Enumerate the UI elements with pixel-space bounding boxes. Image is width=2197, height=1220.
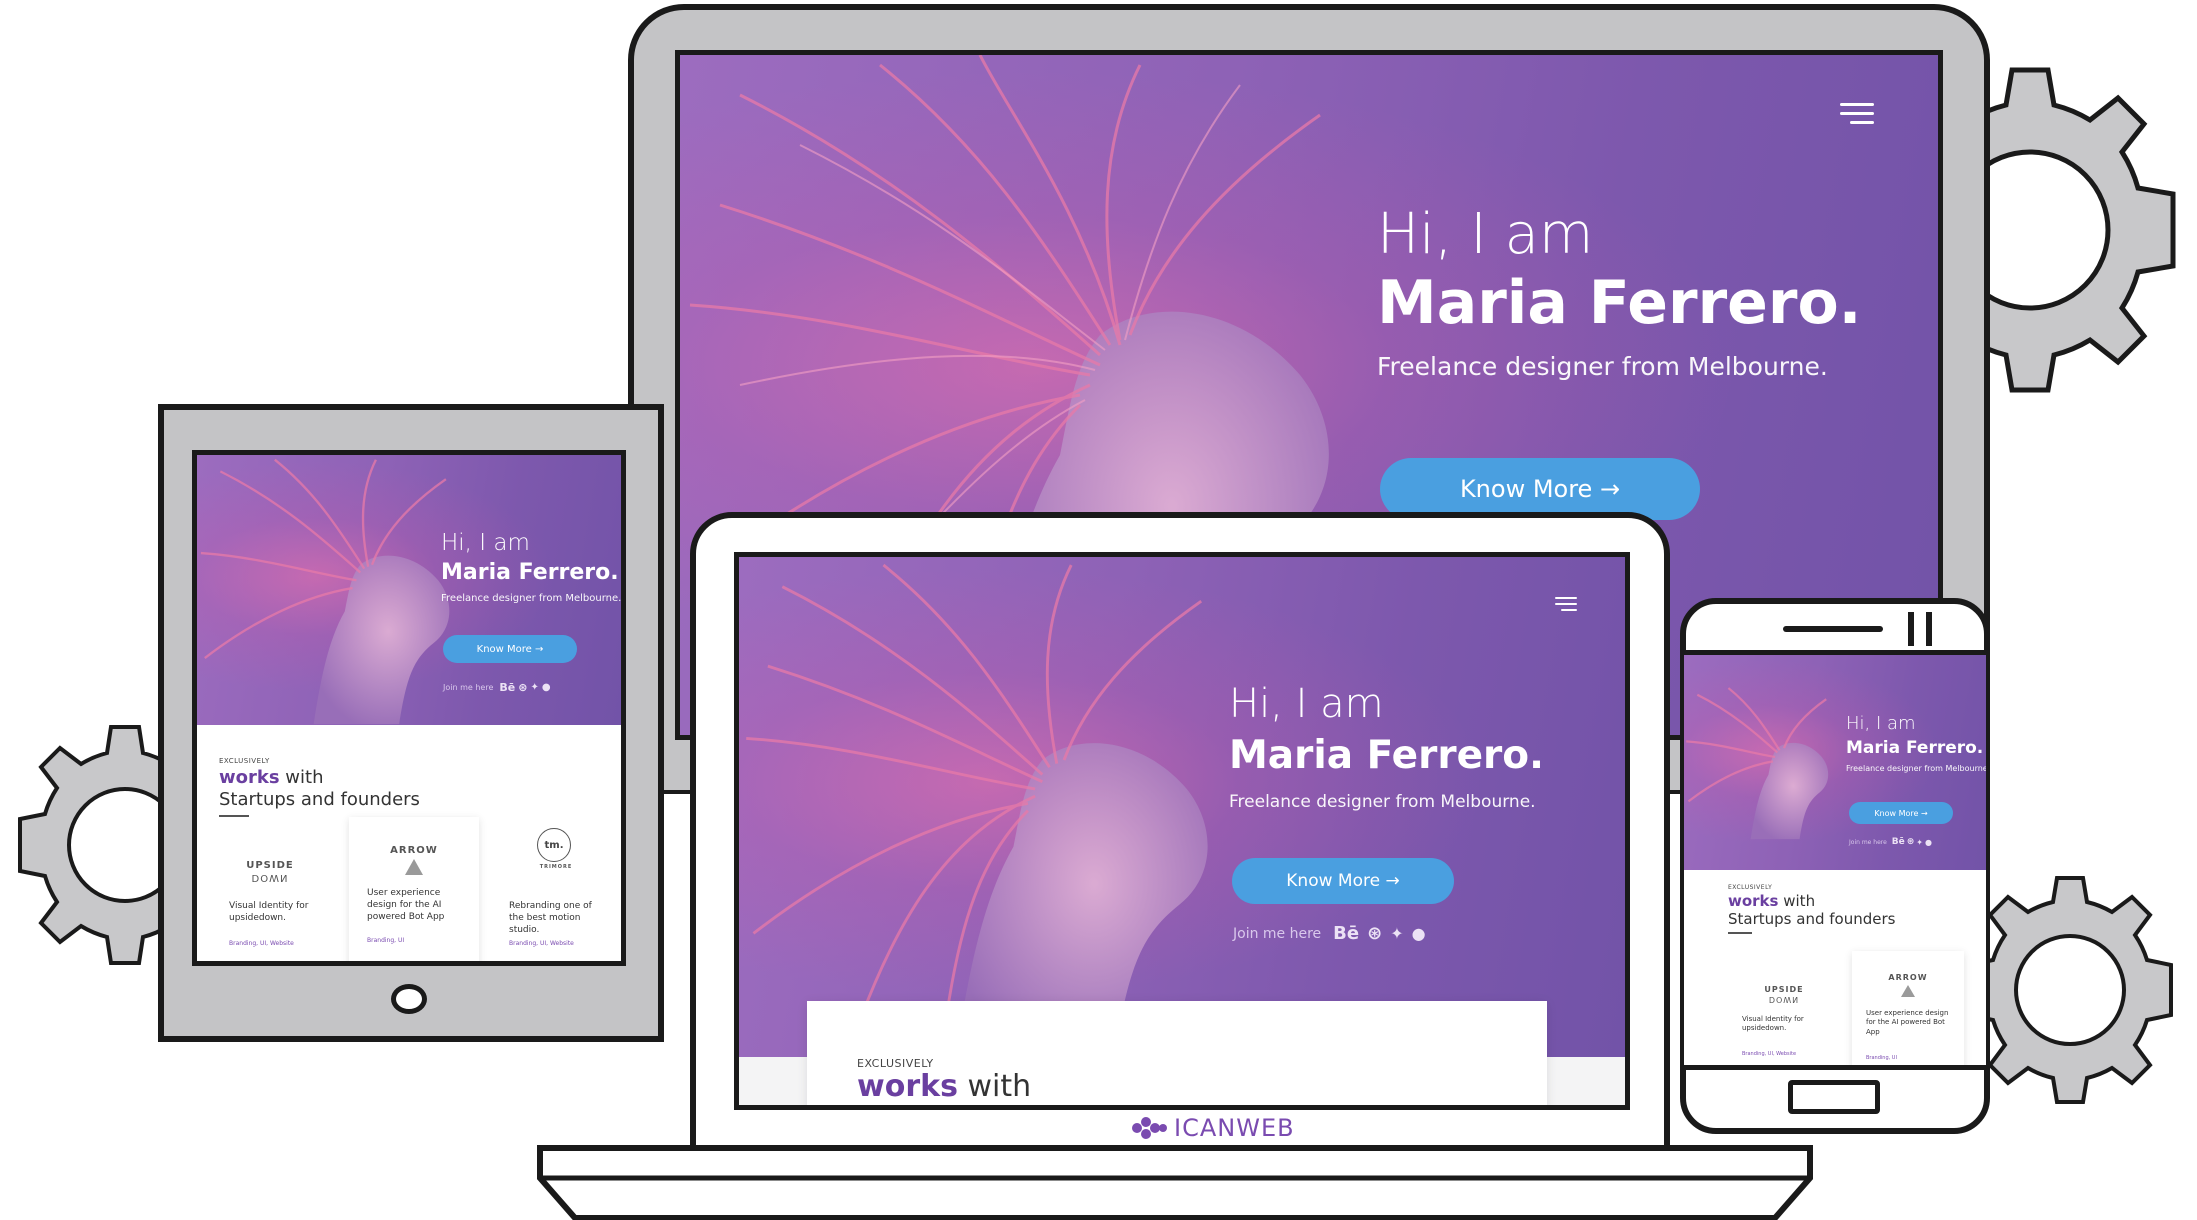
tablet-card-2-logo: ARROW — [390, 845, 438, 856]
phone-speaker — [1783, 626, 1883, 632]
phone-know-more-button[interactable]: Know More → — [1849, 802, 1953, 824]
phone-hair-illustration — [1686, 687, 1829, 840]
phone-camera-2 — [1926, 612, 1932, 646]
laptop-works-card: EXCLUSIVELY works with — [807, 1001, 1547, 1105]
hamburger-menu-icon[interactable] — [1840, 103, 1874, 124]
hero-name: Maria Ferrero. — [1377, 268, 1862, 338]
twitter-icon[interactable]: ✦ — [1390, 924, 1403, 943]
phone-card-1-desc: Visual Identity for upsidedown. — [1742, 1015, 1804, 1033]
phone-camera-1 — [1908, 612, 1914, 646]
join-label: Join me here — [1233, 925, 1322, 942]
phone-title-underline — [1728, 932, 1752, 934]
phone-hero-section: Hi, I am Maria Ferrero. Freelance design… — [1684, 655, 1986, 870]
phone-exclusively-label: EXCLUSIVELY — [1728, 884, 1773, 891]
tablet-know-more-button[interactable]: Know More → — [443, 635, 577, 663]
hero-tagline: Freelance designer from Melbourne. — [1377, 352, 1828, 381]
tablet-card-3-logo-sub: TRIMORE — [539, 864, 573, 870]
tablet-card-3-logo: tm. — [544, 839, 564, 851]
phone-works-label: works — [1728, 892, 1779, 910]
laptop-base — [537, 1145, 1813, 1220]
laptop-hair-illustration — [746, 563, 1208, 1057]
laptop-hero-greeting: Hi, I am — [1229, 681, 1384, 727]
dribbble-icon[interactable]: ⊛ — [1367, 923, 1382, 944]
tablet-social-row: Join me here Bē ⊛ ✦ ● — [443, 681, 551, 694]
github-icon[interactable]: ● — [1412, 924, 1426, 943]
tablet-card-3-desc: Rebranding one of the best motion studio… — [509, 901, 592, 936]
know-more-button[interactable]: Know More → — [1380, 458, 1700, 520]
tablet-card-2-desc: User experience design for the AI powere… — [367, 888, 445, 923]
tablet-title-underline — [219, 815, 249, 817]
brand-name: ICANWEB — [1174, 1114, 1295, 1142]
phone-hero-greeting: Hi, I am — [1846, 713, 1916, 734]
tablet-card-1-desc: Visual Identity for upsidedown. — [229, 901, 309, 924]
tablet-works-label: works — [219, 767, 280, 788]
tablet-hero-name: Maria Ferrero. — [441, 560, 619, 585]
phone-card-2-tags: Branding, UI — [1866, 1055, 1897, 1061]
tablet-card-1-tags: Branding, UI, Website — [229, 940, 294, 947]
laptop-know-more-button[interactable]: Know More → — [1232, 858, 1454, 904]
tablet-github-icon[interactable]: ● — [542, 682, 551, 693]
behance-icon[interactable]: Bē — [1333, 923, 1359, 944]
tablet-card-2-arrow-icon — [405, 859, 423, 875]
tablet-hero-section: Hi, I am Maria Ferrero. Freelance design… — [197, 455, 621, 725]
tablet-card-2-tags: Branding, UI — [367, 937, 405, 944]
laptop-hero-section: Hi, I am Maria Ferrero. Freelance design… — [739, 557, 1625, 1057]
tablet-card-3-logo-ring: tm. — [537, 828, 571, 862]
phone-card-arrow[interactable]: ARROW User experience design for the AI … — [1852, 951, 1964, 1065]
laptop-hamburger-menu-icon[interactable] — [1555, 597, 1577, 611]
tablet-hero-tagline: Freelance designer from Melbourne. — [441, 593, 622, 604]
tablet-screen: Hi, I am Maria Ferrero. Freelance design… — [192, 450, 626, 966]
phone-join-label: Join me here — [1849, 838, 1887, 846]
phone-hero-name: Maria Ferrero. — [1846, 738, 1984, 758]
hero-greeting: Hi, I am — [1377, 202, 1594, 267]
phone-card-1-tags: Branding, UI, Website — [1742, 1051, 1797, 1057]
tablet-card-1-logo: UPSIDE — [246, 860, 294, 871]
tablet-exclusively-label: EXCLUSIVELY — [219, 757, 270, 765]
laptop-hero-name: Maria Ferrero. — [1229, 733, 1544, 778]
phone-with-label: with — [1783, 892, 1816, 910]
laptop-with-label: with — [967, 1069, 1032, 1104]
phone-twitter-icon[interactable]: ✦ — [1916, 838, 1923, 847]
tablet-hero-greeting: Hi, I am — [441, 530, 530, 556]
tablet-card-arrow[interactable]: ARROW User experience design for the AI … — [349, 817, 479, 961]
phone-startups-label: Startups and founders — [1728, 910, 1896, 928]
tablet-card-3-tags: Branding, UI, Website — [509, 940, 574, 947]
laptop-screen: Hi, I am Maria Ferrero. Freelance design… — [734, 552, 1630, 1110]
tablet-hair-illustration — [200, 458, 450, 725]
tablet-card-upsidedown[interactable]: UPSIDE DOWN Visual Identity for upsidedo… — [211, 820, 329, 961]
laptop-works-label: works — [857, 1069, 958, 1104]
phone-screen: Hi, I am Maria Ferrero. Freelance design… — [1684, 650, 1986, 1070]
laptop-hero-tagline: Freelance designer from Melbourne. — [1229, 792, 1536, 812]
tablet-join-label: Join me here — [443, 683, 494, 692]
phone-card-1-logo: UPSIDE — [1764, 985, 1804, 994]
tablet-startups-label: Startups and founders — [219, 789, 420, 810]
phone-social-row: Join me here Bē ⊛ ✦ ● — [1849, 837, 1932, 847]
brand-logo-icon — [1132, 1117, 1167, 1139]
tablet-twitter-icon[interactable]: ✦ — [530, 682, 538, 693]
phone-card-1-logo-flip: DOWN — [1768, 995, 1800, 1004]
tablet-behance-icon[interactable]: Bē — [499, 681, 515, 694]
phone-hero-tagline: Freelance designer from Melbourne. — [1846, 764, 1986, 773]
tablet-home-button[interactable] — [391, 984, 427, 1014]
phone-card-upsidedown[interactable]: UPSIDE DOWN Visual Identity for upsidedo… — [1734, 955, 1834, 1065]
phone-card-2-logo: ARROW — [1888, 973, 1928, 982]
phone-card-2-desc: User experience design for the AI powere… — [1866, 1009, 1949, 1036]
tablet-with-label: with — [285, 767, 324, 788]
tablet-card-trimore[interactable]: tm. TRIMORE Rebranding one of the best m… — [497, 820, 615, 961]
phone-card-2-arrow-icon — [1901, 985, 1915, 997]
brand-logo: ICANWEB — [1130, 1113, 1295, 1143]
phone-behance-icon[interactable]: Bē — [1892, 837, 1905, 847]
laptop-social-row: Join me here Bē ⊛ ✦ ● — [1233, 923, 1426, 944]
phone-dribbble-icon[interactable]: ⊛ — [1907, 837, 1915, 847]
phone-home-button[interactable] — [1788, 1080, 1880, 1114]
tablet-dribbble-icon[interactable]: ⊛ — [518, 681, 527, 694]
tablet-card-1-logo-flip: DOWN — [251, 872, 289, 883]
phone-github-icon[interactable]: ● — [1925, 838, 1932, 847]
